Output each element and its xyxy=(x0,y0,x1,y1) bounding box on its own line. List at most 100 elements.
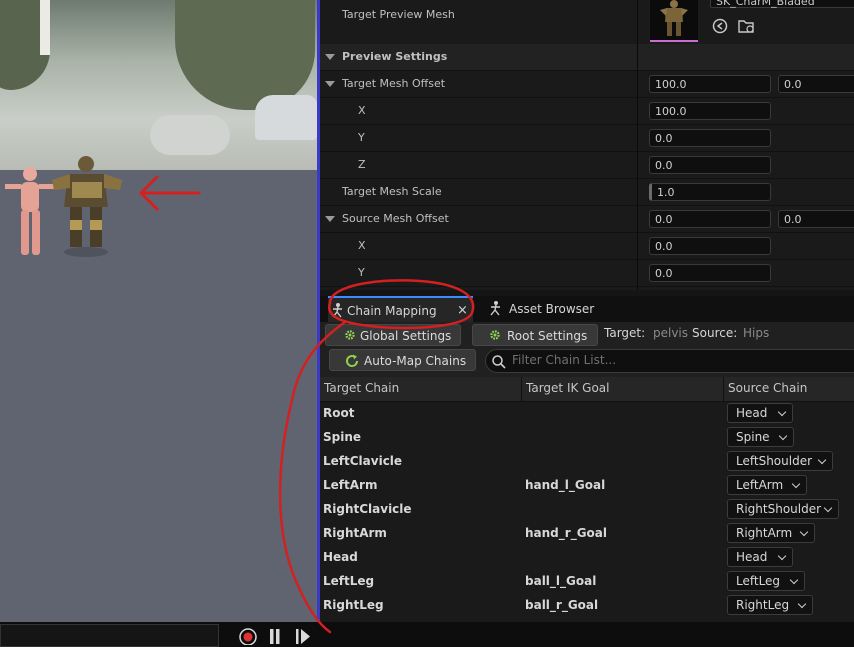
source-mesh-offset-row: Source Mesh Offset 0.0 0.0 xyxy=(320,206,854,233)
target-offset-y-row: Y 0.0 xyxy=(320,125,854,152)
auto-map-chains-button[interactable]: Auto-Map Chains xyxy=(329,349,476,371)
viewport[interactable] xyxy=(0,0,320,622)
target-ik-goal-cell: ball_l_Goal xyxy=(525,574,597,588)
global-settings-label: Global Settings xyxy=(360,329,452,343)
mesh-asset-field[interactable]: SK_CharM_Bladed xyxy=(710,0,854,8)
target-offset-y-field[interactable]: 0.0 xyxy=(649,129,771,147)
source-offset-y-row: Y 0.0 xyxy=(320,260,854,287)
y-label: Y xyxy=(358,266,365,279)
target-chain-cell: LeftClavicle xyxy=(323,454,403,468)
chain-mapping-toolbar: Global Settings Root Settings Target: pe… xyxy=(320,322,854,377)
collapse-arrow-icon[interactable] xyxy=(325,81,335,87)
target-ik-goal-cell: hand_r_Goal xyxy=(525,526,607,540)
target-mesh-scale-label: Target Mesh Scale xyxy=(342,185,442,198)
root-settings-label: Root Settings xyxy=(507,329,588,343)
auto-map-chains-label: Auto-Map Chains xyxy=(364,354,467,368)
target-offset-x-row: X 100.0 xyxy=(320,98,854,125)
details-panel: Target Preview Mesh SK_CharM_Bladed Prev… xyxy=(320,0,854,290)
target-mesh-scale-field[interactable]: 1.0 xyxy=(649,183,771,201)
x-label: X xyxy=(358,239,366,252)
root-settings-button[interactable]: Root Settings xyxy=(472,324,598,346)
step-forward-icon[interactable] xyxy=(295,628,311,646)
source-root-label: Source: xyxy=(692,326,738,340)
chain-mapping-table: Target Chain Target IK Goal Source Chain… xyxy=(320,377,854,622)
chain-mapping-icon xyxy=(332,303,342,318)
filter-chain-search[interactable]: Filter Chain List... xyxy=(485,349,854,373)
target-chain-cell: Spine xyxy=(323,430,362,444)
table-row[interactable]: RightLeg ball_r_Goal RightLeg xyxy=(320,593,854,617)
viewport-timeline-field[interactable] xyxy=(0,624,219,647)
source-chain-dropdown[interactable]: RightArm xyxy=(727,523,815,543)
pause-icon[interactable] xyxy=(268,628,282,646)
tab-asset-browser-label: Asset Browser xyxy=(509,302,595,316)
source-chain-dropdown[interactable]: LeftLeg xyxy=(727,571,805,591)
target-chain-cell: RightArm xyxy=(323,526,387,540)
tab-bar: Chain Mapping × Asset Browser xyxy=(320,296,854,322)
gear-icon xyxy=(490,330,500,340)
collapse-arrow-icon[interactable] xyxy=(325,216,335,222)
target-offset-z-field[interactable]: 0.0 xyxy=(649,156,771,174)
table-row[interactable]: Root Head xyxy=(320,401,854,425)
source-chain-dropdown[interactable]: RightShoulder xyxy=(727,499,839,519)
table-row[interactable]: Spine Spine xyxy=(320,425,854,449)
browse-folder-icon[interactable] xyxy=(738,18,756,34)
collapse-arrow-icon xyxy=(325,54,335,60)
source-mesh-offset-label: Source Mesh Offset xyxy=(342,212,449,225)
target-preview-mesh-label: Target Preview Mesh xyxy=(342,8,455,21)
source-chain-dropdown[interactable]: LeftShoulder xyxy=(727,451,833,471)
source-mesh-offset-field-2[interactable]: 0.0 xyxy=(778,210,854,228)
global-settings-button[interactable]: Global Settings xyxy=(325,324,461,346)
preview-settings-header[interactable]: Preview Settings xyxy=(320,44,854,71)
source-chain-dropdown[interactable]: RightLeg xyxy=(727,595,813,615)
target-ik-goal-cell: ball_r_Goal xyxy=(525,598,599,612)
gear-icon xyxy=(345,330,355,340)
target-root-label: Target: xyxy=(604,326,646,340)
source-offset-x-row: X 0.0 xyxy=(320,233,854,260)
tab-chain-mapping-label: Chain Mapping xyxy=(347,304,437,318)
refresh-icon xyxy=(346,354,359,367)
target-root-value: pelvis xyxy=(653,326,689,340)
preview-settings-label: Preview Settings xyxy=(342,50,448,63)
target-chain-cell: RightLeg xyxy=(323,598,384,612)
source-offset-x-field[interactable]: 0.0 xyxy=(649,237,771,255)
z-label: Z xyxy=(358,158,366,171)
table-row[interactable]: Head Head xyxy=(320,545,854,569)
source-mesh-offset-field[interactable]: 0.0 xyxy=(649,210,771,228)
table-row[interactable]: RightClavicle RightShoulder xyxy=(320,497,854,521)
browse-back-icon[interactable] xyxy=(712,18,728,34)
target-chain-cell: Root xyxy=(323,406,355,420)
target-chain-cell: LeftArm xyxy=(323,478,378,492)
table-row[interactable]: LeftArm hand_l_Goal LeftArm xyxy=(320,473,854,497)
source-chain-dropdown[interactable]: Head xyxy=(727,547,793,567)
target-character[interactable] xyxy=(48,152,126,260)
source-chain-dropdown[interactable]: LeftArm xyxy=(727,475,807,495)
tab-asset-browser[interactable]: Asset Browser xyxy=(488,296,608,322)
target-mesh-offset-field[interactable]: 100.0 xyxy=(649,75,771,93)
table-row[interactable]: LeftLeg ball_l_Goal LeftLeg xyxy=(320,569,854,593)
x-label: X xyxy=(358,104,366,117)
source-offset-y-field[interactable]: 0.0 xyxy=(649,264,771,282)
target-mesh-offset-row: Target Mesh Offset 100.0 0.0 xyxy=(320,71,854,98)
target-offset-x-field[interactable]: 100.0 xyxy=(649,102,771,120)
viewport-playback-bar xyxy=(0,622,854,647)
table-row[interactable]: LeftClavicle LeftShoulder xyxy=(320,449,854,473)
target-mesh-offset-label: Target Mesh Offset xyxy=(342,77,446,90)
record-icon[interactable] xyxy=(238,627,258,645)
table-row[interactable]: RightArm hand_r_Goal RightArm xyxy=(320,521,854,545)
target-mesh-scale-row: Target Mesh Scale 1.0 xyxy=(320,179,854,206)
source-chain-dropdown[interactable]: Head xyxy=(727,403,793,423)
tab-chain-mapping[interactable]: Chain Mapping × xyxy=(328,296,473,322)
filter-chain-placeholder: Filter Chain List... xyxy=(512,353,617,367)
column-target-chain[interactable]: Target Chain xyxy=(320,377,522,401)
mesh-thumbnail[interactable] xyxy=(650,0,698,42)
background-car xyxy=(255,95,317,140)
background-object xyxy=(150,115,230,155)
close-icon[interactable]: × xyxy=(457,298,468,324)
target-mesh-offset-field-2[interactable]: 0.0 xyxy=(778,75,854,93)
column-target-ik-goal[interactable]: Target IK Goal xyxy=(522,377,724,401)
column-source-chain[interactable]: Source Chain xyxy=(724,377,854,401)
source-chain-dropdown[interactable]: Spine xyxy=(727,427,794,447)
mesh-thumbnail-icon xyxy=(660,0,688,36)
column-divider[interactable] xyxy=(637,0,638,290)
annotation-arrow xyxy=(139,175,201,211)
